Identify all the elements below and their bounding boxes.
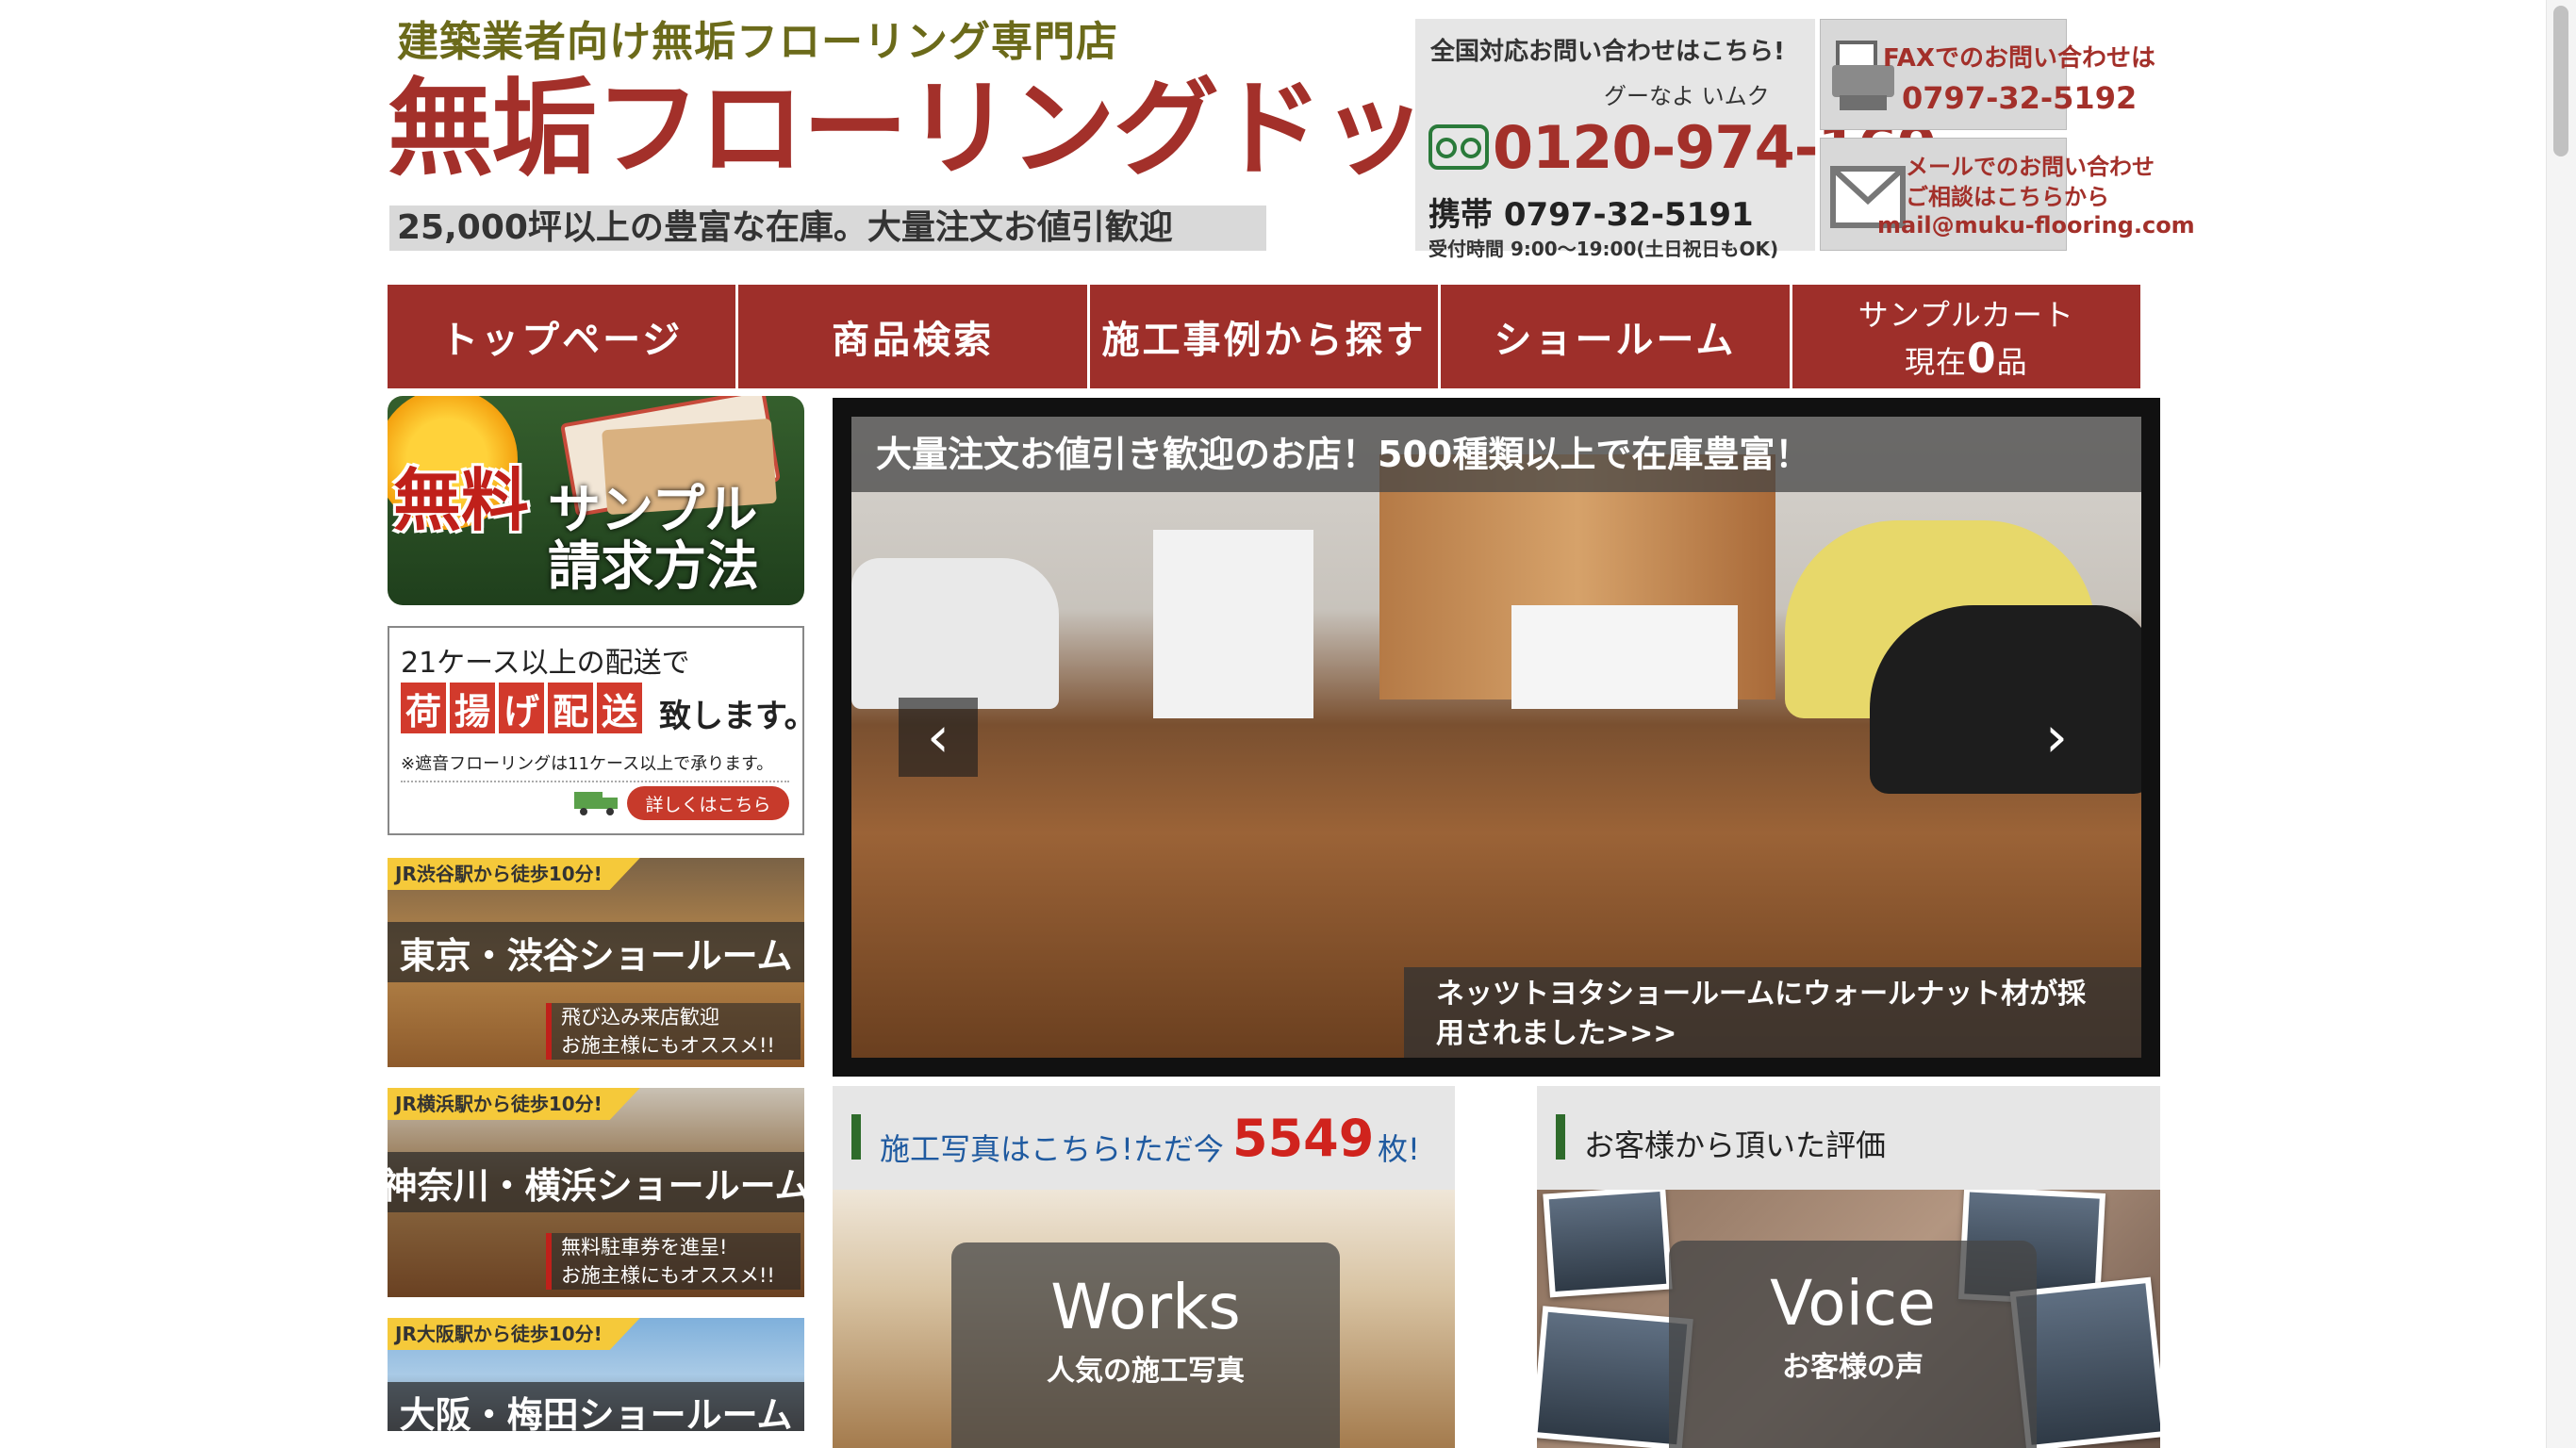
- works-header: 施工写真はこちら!ただ今 5549 枚!: [833, 1086, 1455, 1190]
- delivery-chip: 送: [597, 683, 642, 733]
- slide-caption-bottom-line1: ネッツトヨタショールームにウォールナット材が採: [1436, 978, 2087, 1011]
- free-sample-line2: 請求方法: [548, 536, 759, 598]
- voice-heading-text: お客様から頂いた評価: [1584, 1127, 1887, 1163]
- showroom-sub-line1: 無料駐車券を進呈!: [561, 1236, 728, 1259]
- slide-caption-top: 大量注文お値引き歓迎のお店！500種類以上で在庫豊富！: [851, 417, 2141, 492]
- cart-suffix: 品: [1996, 343, 2028, 380]
- page-scrollbar[interactable]: [2546, 0, 2576, 1448]
- slider-prev-button[interactable]: ‹: [899, 698, 978, 777]
- slide-counter: [1511, 605, 1738, 709]
- slide-white-car: [851, 558, 1059, 709]
- slide-caption-bottom-line2: 用されました>>>: [1436, 1017, 1677, 1050]
- cart-prefix: 現在: [1905, 343, 1968, 380]
- showroom-banner-tokyo[interactable]: JR渋谷駅から徒歩10分! 東京・渋谷ショールーム 飛び込み来店歓迎 お施主様に…: [388, 858, 804, 1067]
- works-panel[interactable]: 施工写真はこちら!ただ今 5549 枚! Works 人気の施工写真: [833, 1086, 1455, 1448]
- showroom-access-tag: JR渋谷駅から徒歩10分!: [388, 858, 640, 890]
- slide-black-car: [1870, 605, 2141, 794]
- global-nav: トップページ 商品検索 施工事例から探す ショールーム サンプルカート 現在0品: [388, 285, 2141, 388]
- works-label: Works 人気の施工写真: [951, 1242, 1340, 1448]
- showroom-sub-line1: 飛び込み来店歓迎: [561, 1006, 719, 1028]
- truck-icon: [574, 792, 618, 815]
- showroom-banner-yokohama[interactable]: JR横浜駅から徒歩10分! 神奈川・横浜ショールーム 無料駐車券を進呈! お施主…: [388, 1088, 804, 1297]
- works-image[interactable]: Works 人気の施工写真: [833, 1190, 1455, 1448]
- showroom-name: 神奈川・横浜ショールーム: [388, 1152, 804, 1212]
- hero-slider[interactable]: 大量注文お値引き歓迎のお店！500種類以上で在庫豊富！ ネッツトヨタショールーム…: [833, 398, 2160, 1077]
- cart-count: 0: [1967, 334, 1997, 383]
- showroom-access-tag: JR大阪駅から徒歩10分!: [388, 1318, 640, 1350]
- nav-case-search[interactable]: 施工事例から探す: [1089, 285, 1442, 388]
- customer-photo: [1543, 1190, 1673, 1298]
- business-hours: 受付時間 9:00〜19:00(土日祝日もOK): [1428, 238, 1779, 260]
- delivery-details-button[interactable]: 詳しくはこちら: [627, 786, 789, 820]
- scrollbar-thumb[interactable]: [2553, 6, 2568, 156]
- heading-accent-bar: [851, 1114, 861, 1160]
- showroom-subtext: 無料駐車券を進呈! お施主様にもオススメ!!: [546, 1233, 801, 1290]
- delivery-chip: 配: [548, 683, 593, 733]
- works-photo-count: 5549: [1232, 1109, 1375, 1168]
- site-tagline: 建築業者向け無垢フローリング専門店: [397, 18, 1118, 66]
- works-label-subtitle: 人気の施工写真: [1047, 1355, 1245, 1388]
- showroom-banner-osaka[interactable]: JR大阪駅から徒歩10分! 大阪・梅田ショールーム: [388, 1318, 804, 1431]
- mail-contact-line2: ご相談はこちらから: [1906, 184, 2109, 210]
- nav-showroom[interactable]: ショールーム: [1441, 285, 1792, 388]
- delivery-heading: 21ケース以上の配送で: [401, 647, 690, 680]
- slider-next-button[interactable]: ›: [2017, 698, 2096, 777]
- free-sample-banner[interactable]: 無料 サンプル 請求方法: [388, 396, 804, 605]
- phone-number-kana: グーなよ いムク: [1604, 83, 1770, 109]
- showroom-access-tag: JR横浜駅から徒歩10分!: [388, 1088, 640, 1120]
- free-dial-icon: [1428, 124, 1489, 170]
- cart-count-line: 現在0品: [1905, 335, 2028, 383]
- works-count-unit: 枚!: [1378, 1131, 1420, 1167]
- slide-image[interactable]: [851, 417, 2141, 1058]
- fax-number: 0797-32-5192: [1902, 80, 2138, 116]
- delivery-tail: 致します。: [659, 698, 817, 735]
- voice-header: お客様から頂いた評価: [1537, 1086, 2160, 1190]
- phone-contact-box[interactable]: 全国対応お問い合わせはこちら! グーなよ いムク 0120-974-169 携帯…: [1415, 19, 1938, 260]
- free-word: 無料: [393, 461, 530, 540]
- delivery-note: ※遮音フローリングは11ケース以上で承ります。: [401, 750, 789, 782]
- cart-title: サンプルカート: [1858, 296, 2074, 333]
- mail-contact-line1: メールでのお問い合わせ: [1906, 154, 2155, 180]
- nav-top-page[interactable]: トップページ: [388, 285, 739, 388]
- mobile-number[interactable]: 携帯 0797-32-5191: [1428, 189, 1754, 235]
- heading-accent-bar: [1556, 1114, 1565, 1160]
- slide-caption-bottom[interactable]: ネッツトヨタショールームにウォールナット材が採 用されました>>>: [1404, 967, 2141, 1058]
- showroom-name: 大阪・梅田ショールーム: [388, 1382, 804, 1431]
- voice-image[interactable]: Voice お客様の声: [1537, 1190, 2160, 1448]
- voice-label-subtitle: お客様の声: [1782, 1351, 1924, 1384]
- catch-copy: 25,000坪以上の豊富な在庫。大量注文お値引歓迎: [389, 206, 1266, 251]
- voice-label-title: Voice: [1770, 1267, 1936, 1340]
- slide-reception-desk: [1153, 530, 1313, 718]
- phone-contact-title: 全国対応お問い合わせはこちら!: [1430, 38, 1785, 66]
- site-header: 建築業者向け無垢フローリング専門店 無垢フローリングドットコム 25,000坪以…: [388, 0, 2195, 264]
- showroom-name: 東京・渋谷ショールーム: [388, 922, 804, 982]
- works-label-title: Works: [1050, 1271, 1241, 1343]
- delivery-banner[interactable]: 21ケース以上の配送で 荷 揚 げ 配 送 致します。 ※遮音フローリングは11…: [388, 626, 817, 835]
- delivery-chip: 揚: [450, 683, 495, 733]
- fax-label: FAXでのお問い合わせは: [1883, 44, 2155, 73]
- nav-sample-cart[interactable]: サンプルカート 現在0品: [1792, 285, 2141, 388]
- voice-panel[interactable]: お客様から頂いた評価 Voice お客様の声: [1537, 1086, 2160, 1448]
- works-heading-text: 施工写真はこちら!ただ今: [880, 1131, 1224, 1167]
- delivery-chips: 荷 揚 げ 配 送: [401, 683, 642, 733]
- fax-contact-box[interactable]: FAXでのお問い合わせは 0797-32-5192: [1820, 19, 2155, 130]
- mail-contact-box[interactable]: メールでのお問い合わせ ご相談はこちらから mail@muku-flooring…: [1820, 138, 2195, 251]
- showroom-sub-line2: お施主様にもオススメ!!: [561, 1264, 775, 1287]
- delivery-chip: 荷: [401, 683, 446, 733]
- showroom-sub-line2: お施主様にもオススメ!!: [561, 1034, 775, 1057]
- voice-label: Voice お客様の声: [1669, 1241, 2037, 1448]
- mail-address[interactable]: mail@muku-flooring.com: [1877, 212, 2195, 239]
- showroom-subtext: 飛び込み来店歓迎 お施主様にもオススメ!!: [546, 1003, 801, 1060]
- delivery-chip: げ: [499, 683, 544, 733]
- nav-product-search[interactable]: 商品検索: [738, 285, 1090, 388]
